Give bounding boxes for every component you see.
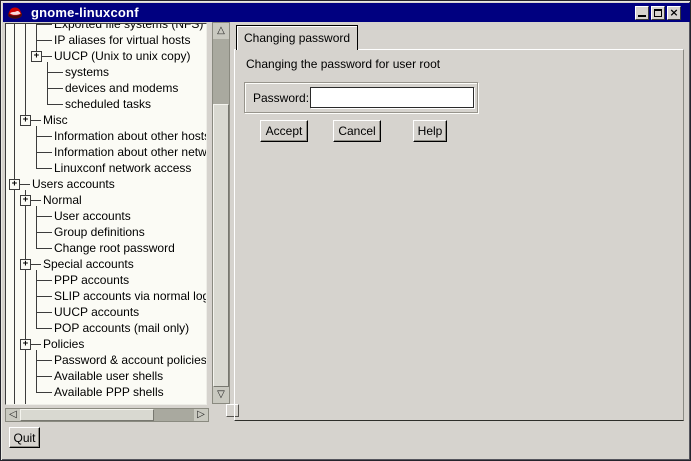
window-controls: ×: [635, 6, 681, 20]
help-button[interactable]: Help: [413, 120, 447, 142]
tree-item[interactable]: systems: [65, 64, 109, 80]
tree-item[interactable]: Information about other hosts: [54, 128, 207, 144]
tree-item[interactable]: Available PPP shells: [54, 384, 164, 400]
tree-connector-line: [47, 88, 63, 89]
app-window: gnome-linuxconf × Exported file systems …: [0, 0, 691, 461]
quit-button[interactable]: Quit: [9, 427, 40, 448]
close-button[interactable]: ×: [667, 6, 681, 20]
titlebar[interactable]: gnome-linuxconf ×: [3, 3, 690, 22]
tree-connector-line: [31, 264, 41, 265]
tree-connector-line: [36, 360, 52, 361]
password-input[interactable]: [310, 87, 474, 108]
tree-connector-line: [36, 206, 37, 248]
tree-connector-line: [36, 280, 52, 281]
tree-item[interactable]: scheduled tasks: [65, 96, 151, 112]
tree-item[interactable]: SLIP accounts via normal login: [54, 288, 207, 304]
tree-item[interactable]: UUCP accounts: [54, 304, 139, 320]
tree-connector-line: [36, 40, 52, 41]
tab-changing-password[interactable]: Changing password: [236, 25, 358, 50]
tree-vertical-scrollbar[interactable]: △ ▽: [212, 22, 230, 404]
tree-connector-line: [25, 24, 26, 120]
expand-toggle-icon[interactable]: +: [9, 179, 20, 190]
tree-connector-line: [36, 216, 52, 217]
horizontal-scroll-thumb[interactable]: [20, 409, 154, 421]
scroll-down-icon[interactable]: ▽: [213, 387, 229, 403]
tree-connector-line: [42, 56, 52, 57]
tree-connector-line: [25, 190, 26, 404]
tree-connector-line: [36, 312, 52, 313]
tree-connector-line: [31, 200, 41, 201]
password-field-frame: Password:: [244, 82, 478, 113]
tree-connector-line: [36, 328, 52, 329]
tree-connector-line: [36, 126, 37, 168]
tree-connector-line: [36, 248, 52, 249]
tree-connector-line: [36, 136, 52, 137]
expand-toggle-icon[interactable]: +: [31, 51, 42, 62]
tree-connector-line: [14, 24, 15, 404]
minimize-button[interactable]: [635, 6, 649, 20]
tree-connector-line: [36, 270, 37, 328]
tree-item[interactable]: Password & account policies: [54, 352, 207, 368]
redhat-logo-icon: [7, 5, 23, 21]
vertical-scroll-thumb[interactable]: [213, 104, 229, 387]
expand-toggle-icon[interactable]: +: [20, 259, 31, 270]
minimize-icon: [638, 15, 646, 17]
tree-viewport: Exported file systems (NFS)IP aliases fo…: [5, 23, 207, 405]
cancel-button[interactable]: Cancel: [333, 120, 381, 142]
tree-item[interactable]: devices and modems: [65, 80, 178, 96]
close-icon: ×: [668, 6, 680, 18]
tree-connector-line: [47, 104, 63, 105]
tree-item[interactable]: Available user shells: [54, 368, 163, 384]
panel-heading: Changing the password for user root: [246, 57, 440, 71]
tree-connector-line: [36, 296, 52, 297]
tree-item[interactable]: Change root password: [54, 240, 175, 256]
scroll-right-icon[interactable]: ▷: [194, 409, 208, 421]
tree-connector-line: [36, 152, 52, 153]
tree-connector-line: [20, 184, 30, 185]
tree-item[interactable]: PPP accounts: [54, 272, 129, 288]
tree-connector-line: [31, 344, 41, 345]
tree-item[interactable]: Linuxconf network access: [54, 160, 191, 176]
expand-toggle-icon[interactable]: +: [20, 115, 31, 126]
scroll-up-icon[interactable]: △: [213, 23, 229, 39]
tree-item[interactable]: Information about other networks: [54, 144, 207, 160]
tree-item[interactable]: Exported file systems (NFS): [54, 23, 203, 32]
tree-connector-line: [36, 168, 52, 169]
tree-connector-line: [47, 72, 63, 73]
scroll-left-icon[interactable]: ◁: [6, 409, 20, 421]
tree-connector-line: [31, 120, 41, 121]
tree-item[interactable]: Group definitions: [54, 224, 145, 240]
maximize-button[interactable]: [651, 6, 665, 20]
tree-connector-line: [36, 376, 52, 377]
tree-item[interactable]: Policies: [43, 336, 84, 352]
expand-toggle-icon[interactable]: +: [20, 195, 31, 206]
tree-connector-line: [36, 350, 37, 392]
tree-item[interactable]: UUCP (Unix to unix copy): [54, 48, 191, 64]
tree-horizontal-scrollbar[interactable]: ◁ ▷: [5, 408, 209, 422]
tree-item[interactable]: POP accounts (mail only): [54, 320, 189, 336]
maximize-icon: [654, 9, 662, 17]
tree-item[interactable]: Special accounts: [43, 256, 134, 272]
tree-connector-line: [36, 392, 52, 393]
accept-button[interactable]: Accept: [260, 120, 308, 142]
tree-connector-line: [36, 24, 52, 25]
password-label: Password:: [253, 91, 309, 105]
expand-toggle-icon[interactable]: +: [20, 339, 31, 350]
tree-item[interactable]: IP aliases for virtual hosts: [54, 32, 191, 48]
tree-item[interactable]: Misc: [43, 112, 68, 128]
tree-item[interactable]: Users accounts: [32, 176, 115, 192]
tree-item[interactable]: Normal: [43, 192, 82, 208]
window-title: gnome-linuxconf: [31, 5, 139, 20]
tree-connector-line: [47, 62, 48, 104]
tree-item[interactable]: User accounts: [54, 208, 131, 224]
tree-connector-line: [36, 232, 52, 233]
